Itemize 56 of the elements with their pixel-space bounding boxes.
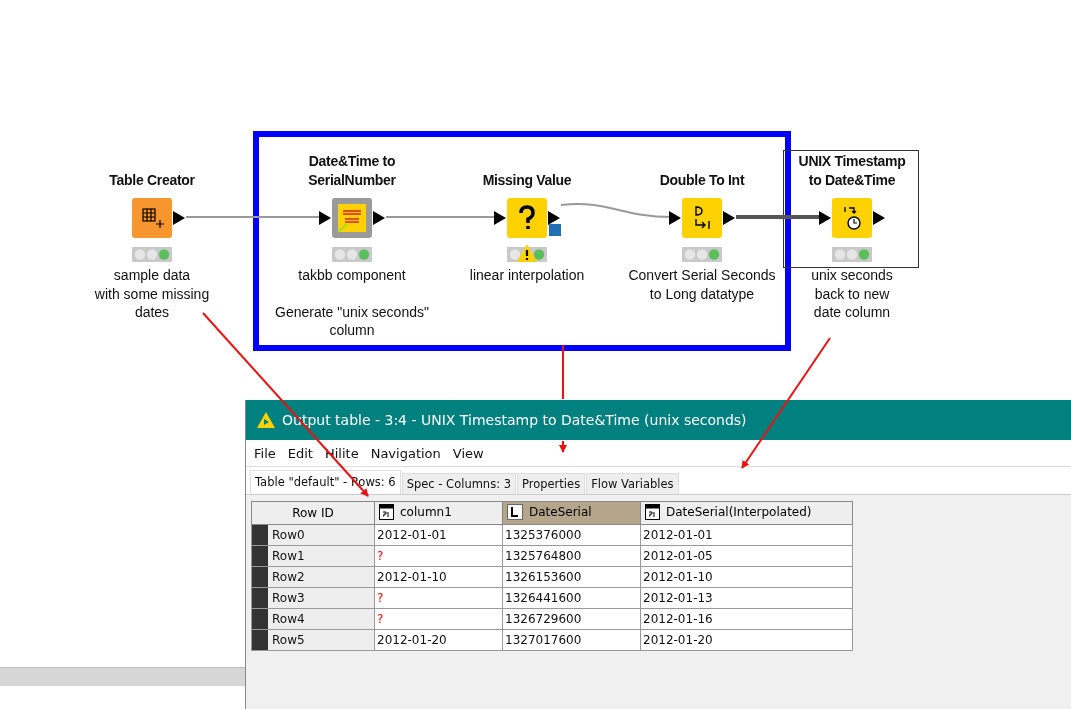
table-cell: 1325376000 [502,524,641,546]
node-title: Missing Value [482,171,572,190]
column-header[interactable]: column1 [374,501,503,525]
node-annotation: Convert Serial Seconds to Long datatype [628,266,776,303]
table-cell: 1327017600 [502,629,641,651]
calendar-icon [379,503,394,520]
row-header[interactable]: Row3 [251,587,375,609]
menu-item[interactable]: File [248,445,282,461]
calendar-icon [645,503,660,520]
table-cell: 2012-01-13 [640,587,853,609]
node-title: Double To Int [659,171,745,190]
node-title: Table Creator [109,171,195,190]
node-icon[interactable] [132,198,172,238]
row-header[interactable]: Row1 [251,545,375,567]
column-header[interactable]: DateSerial(Interpolated) [640,501,853,525]
column-header[interactable]: DateSerial [502,501,641,525]
warning-triangle-icon [256,411,276,429]
node-icon[interactable] [832,198,872,238]
row-header[interactable]: Row5 [251,629,375,651]
column-header[interactable]: Row ID [251,501,375,525]
menu-item[interactable]: View [446,445,490,461]
node-icon[interactable] [507,198,547,238]
table-cell: ? [374,587,503,609]
table-cell: ? [374,608,503,630]
node-title: Date&Time to SerialNumber [308,152,396,190]
table-cell: 2012-01-20 [640,629,853,651]
row-header[interactable]: Row4 [251,608,375,630]
table-cell: 1326441600 [502,587,641,609]
menu-item[interactable]: Navigation [364,445,447,461]
table-cell: 1326153600 [502,566,641,588]
node-icon[interactable] [332,198,372,238]
tab[interactable]: Spec - Columns: 3 [401,473,516,494]
table-cell: 1326729600 [502,608,641,630]
table-cell: 2012-01-10 [640,566,853,588]
table-cell: 1325764800 [502,545,641,567]
table-cell: 2012-01-10 [374,566,503,588]
scrollbar[interactable] [0,667,245,686]
node-annotation: Generate "unix seconds" column [275,302,429,340]
row-header[interactable]: Row0 [251,524,375,546]
node-icon[interactable] [682,198,722,238]
tab[interactable]: Properties [517,473,586,494]
table-cell: 2012-01-01 [374,524,503,546]
menu-item[interactable]: Edit [281,445,319,461]
table-cell: ? [374,545,503,567]
table-cell: 2012-01-01 [640,524,853,546]
node-title: UNIX Timestamp to Date&Time [798,152,906,190]
row-header[interactable]: Row2 [251,566,375,588]
node-annotation: unix seconds back to new date column [811,266,893,322]
tab[interactable]: Flow Variables [586,473,679,494]
table-cell: 2012-01-20 [374,629,503,651]
node-annotation: linear interpolation [469,266,585,285]
table-cell: 2012-01-16 [640,608,853,630]
node-annotation: sample data with some missing dates [94,266,210,322]
long-type-icon [507,503,523,520]
table-cell: 2012-01-05 [640,545,853,567]
node-annotation: takbb component [298,266,406,285]
